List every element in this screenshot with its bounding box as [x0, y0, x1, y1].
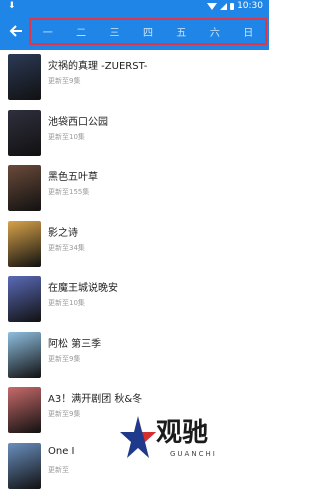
item-title: 在魔王城说晚安: [48, 279, 118, 294]
app-bar: 一二三四五六日: [0, 13, 269, 50]
item-update: 更新至10集: [48, 298, 85, 308]
weekday-tabs: 一二三四五六日: [29, 18, 267, 45]
item-update: 更新至9集: [48, 354, 80, 364]
status-bar: ⬇ 10:30: [0, 0, 269, 13]
item-update: 更新至9集: [48, 76, 80, 86]
tab-day-7[interactable]: 日: [243, 24, 253, 39]
tab-day-1[interactable]: 一: [43, 24, 53, 39]
item-title: 阿松 第三季: [48, 335, 101, 350]
item-update: 更新至10集: [48, 132, 85, 142]
list-item[interactable]: 在魔王城说晚安更新至10集: [0, 272, 269, 328]
cover-image: [8, 221, 41, 267]
item-title: 池袋西口公园: [48, 113, 108, 128]
tab-day-3[interactable]: 三: [110, 24, 120, 39]
cover-image: [8, 54, 41, 100]
list-item[interactable]: 池袋西口公园更新至10集: [0, 106, 269, 162]
download-icon: ⬇: [8, 1, 16, 11]
cover-image: [8, 387, 41, 433]
signal-icon: [220, 3, 227, 10]
star-logo-icon: [118, 414, 158, 462]
item-title: A3！满开剧团 秋&冬: [48, 390, 142, 405]
item-update: 更新至9集: [48, 409, 80, 419]
item-title: 黑色五叶草: [48, 168, 98, 183]
list-item[interactable]: 黑色五叶草更新至155集: [0, 161, 269, 217]
tab-day-2[interactable]: 二: [76, 24, 86, 39]
cover-image: [8, 276, 41, 322]
tab-day-5[interactable]: 五: [176, 24, 186, 39]
item-title: 影之诗: [48, 224, 78, 239]
watermark-brand: 观驰: [156, 412, 208, 449]
list-item[interactable]: 影之诗更新至34集: [0, 217, 269, 273]
watermark: 观驰 GUANCHI: [118, 408, 238, 474]
battery-icon: [230, 3, 234, 10]
tab-day-6[interactable]: 六: [210, 24, 220, 39]
back-arrow-icon[interactable]: [8, 21, 24, 41]
tab-day-4[interactable]: 四: [143, 24, 153, 39]
status-time: 10:30: [237, 1, 263, 11]
item-update: 更新至155集: [48, 187, 89, 197]
cover-image: [8, 110, 41, 156]
cover-image: [8, 165, 41, 211]
wifi-icon: [207, 3, 217, 10]
item-title: 灾祸的真理 -ZUERST-: [48, 57, 147, 72]
item-update: 更新至34集: [48, 243, 85, 253]
watermark-sub: GUANCHI: [170, 450, 217, 458]
item-update: 更新至: [48, 465, 69, 475]
list-item[interactable]: 阿松 第三季更新至9集: [0, 328, 269, 384]
item-title: One I: [48, 446, 75, 457]
list-item[interactable]: 灾祸的真理 -ZUERST- 更新至9集: [0, 50, 269, 106]
status-icons: 10:30: [207, 1, 263, 11]
cover-image: [8, 332, 41, 378]
cover-image: [8, 443, 41, 489]
